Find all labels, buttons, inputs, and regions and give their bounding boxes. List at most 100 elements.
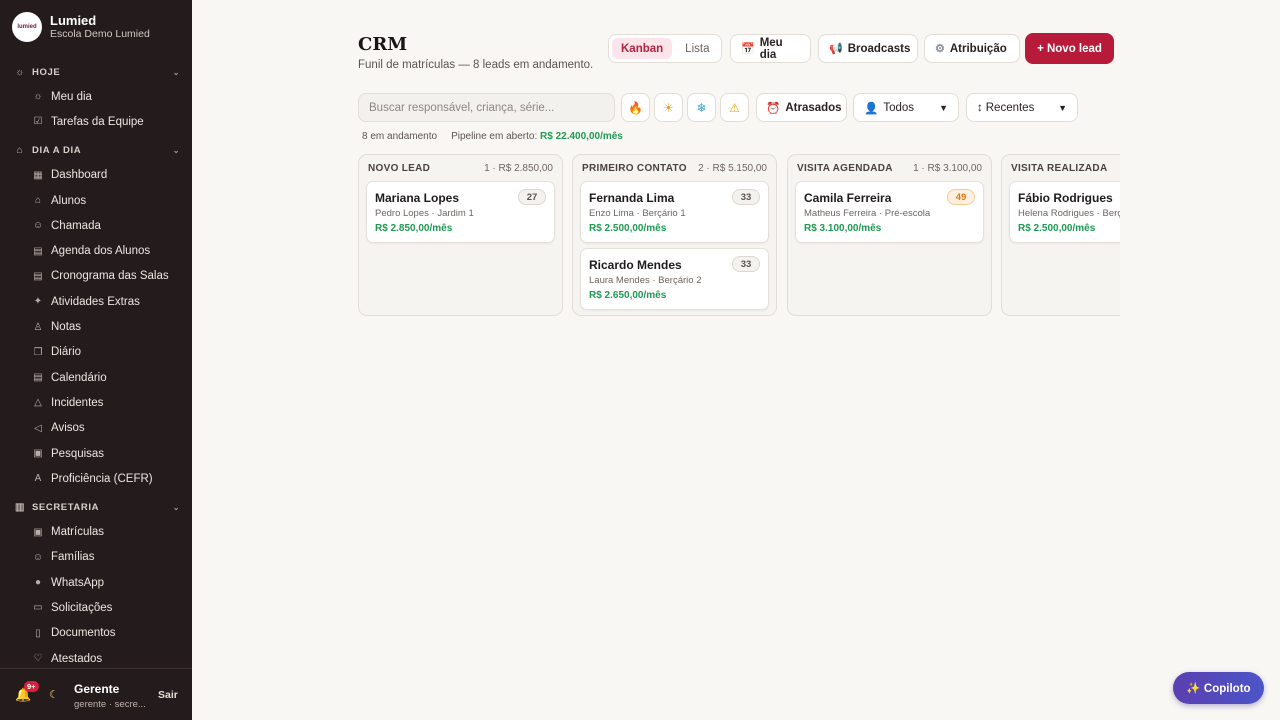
column-title: NOVO LEAD: [368, 162, 431, 174]
sidebar-item[interactable]: ▯ Documentos: [0, 621, 192, 646]
sidebar-item[interactable]: ▭ Solicitações: [0, 595, 192, 620]
brand-logo: lumied: [12, 12, 42, 42]
sidebar-item[interactable]: ☼ Meu dia: [0, 84, 192, 109]
attribution-label: Atribuição: [949, 42, 1007, 55]
sidebar-item[interactable]: A Proficiência (CEFR): [0, 466, 192, 491]
column-summary: 1 · R$ 3.100,00: [913, 162, 982, 174]
sidebar-item-label: Atestados: [51, 652, 103, 665]
owner-select[interactable]: 👤 Todos ▼: [853, 93, 959, 122]
sidebar-item[interactable]: ▤ Cronograma das Salas: [0, 264, 192, 289]
broadcasts-button[interactable]: 📢 Broadcasts: [818, 34, 918, 63]
column-header: VISITA AGENDADA 1 · R$ 3.100,00: [788, 155, 991, 181]
lead-details: Enzo Lima · Berçário 1: [589, 208, 686, 219]
sidebar-item-label: Chamada: [51, 219, 101, 232]
warning-icon[interactable]: ⚠: [720, 93, 749, 122]
copilot-button[interactable]: ✨ Copiloto: [1173, 672, 1264, 704]
sidebar-item[interactable]: ☺ Chamada: [0, 213, 192, 238]
lead-price: R$ 2.500,00/mês: [589, 223, 667, 234]
chevron-down-icon: ⌄: [172, 146, 180, 156]
moon-icon[interactable]: ☾: [49, 688, 59, 701]
clipboard-icon: ▣: [33, 526, 43, 538]
view-list-button[interactable]: Lista: [676, 38, 718, 59]
graduation-icon: ⌂: [16, 145, 24, 157]
sidebar-section-0[interactable]: ☼ HOJE ⌄: [0, 60, 192, 84]
my-day-button[interactable]: 📅 Meu dia: [730, 34, 811, 63]
sort-select[interactable]: ↕ Recentes ▼: [966, 93, 1078, 122]
sun-icon[interactable]: ☀: [654, 93, 683, 122]
notification-badge: 9+: [24, 681, 39, 692]
users-icon: ☺: [32, 551, 44, 563]
user-name: Gerente: [74, 682, 120, 696]
new-lead-button[interactable]: + Novo lead: [1025, 33, 1114, 64]
user-role: gerente · secre...: [74, 699, 146, 710]
broadcasts-label: Broadcasts: [847, 42, 911, 55]
sidebar-item[interactable]: ☑ Tarefas da Equipe: [0, 109, 192, 134]
sidebar-item-label: Famílias: [51, 551, 95, 564]
lead-card[interactable]: Mariana Lopes Pedro Lopes · Jardim 1 R$ 2.…: [366, 181, 555, 243]
column-title: PRIMEIRO CONTATO: [582, 162, 687, 174]
chevron-down-icon: ▼: [1058, 102, 1067, 113]
sidebar-item[interactable]: ☺ Famílias: [0, 545, 192, 570]
chevron-down-icon: ▼: [939, 102, 948, 113]
sidebar-item[interactable]: ⌂ Alunos: [0, 188, 192, 213]
lead-name: Ricardo Mendes: [589, 258, 682, 272]
sidebar-section-2[interactable]: ▥ SECRETARIA ⌄: [0, 495, 192, 519]
search-input[interactable]: Buscar responsável, criança, série...: [358, 93, 615, 122]
sidebar-item[interactable]: ▤ Calendário: [0, 365, 192, 390]
sidebar-item-label: Matrículas: [51, 526, 105, 539]
lead-score-badge: 33: [732, 256, 760, 272]
view-toggle: Kanban Lista: [608, 34, 722, 63]
lead-card[interactable]: Fernanda Lima Enzo Lima · Berçário 1 R$ 2.…: [580, 181, 769, 243]
lead-price: R$ 2.500,00/mês: [1018, 223, 1096, 234]
column-header: PRIMEIRO CONTATO 2 · R$ 5.150,00: [573, 155, 776, 181]
sidebar-section-label: DIA A DIA: [32, 145, 82, 157]
sidebar-item[interactable]: ✦ Atividades Extras: [0, 289, 192, 314]
view-kanban-button[interactable]: Kanban: [612, 38, 673, 59]
my-day-label: Meu dia: [759, 36, 783, 61]
brand[interactable]: lumied Lumied Escola Demo Lumied: [12, 12, 150, 42]
lead-price: R$ 2.650,00/mês: [589, 290, 667, 301]
column-title: VISITA AGENDADA: [797, 162, 893, 174]
sidebar-item[interactable]: ▦ Dashboard: [0, 163, 192, 188]
kanban-board: NOVO LEAD 1 · R$ 2.850,00 Mariana Lopes Ped…: [358, 154, 1120, 317]
pipeline-label: Pipeline em aberto:: [451, 131, 538, 142]
sidebar-item[interactable]: ❐ Diário: [0, 340, 192, 365]
snowflake-icon[interactable]: ❄: [687, 93, 716, 122]
late-filter-button[interactable]: ⏰ Atrasados: [756, 93, 847, 122]
sort-icon: ↕: [977, 101, 983, 114]
sidebar-item-label: Notas: [51, 321, 82, 334]
sidebar-item-label: Incidentes: [51, 396, 104, 409]
sidebar-item[interactable]: △ Incidentes: [0, 390, 192, 415]
logout-button[interactable]: Sair: [158, 689, 178, 701]
lead-score-badge: 49: [947, 189, 975, 205]
sidebar-item[interactable]: ♙ Notas: [0, 314, 192, 339]
lead-details: Pedro Lopes · Jardim 1: [375, 208, 474, 219]
column-header: NOVO LEAD 1 · R$ 2.850,00: [359, 155, 562, 181]
sidebar: lumied Lumied Escola Demo Lumied ☼ HOJE ⌄ ☼…: [0, 0, 192, 720]
pipeline-stats: 8 em andamento Pipeline em aberto: R$ 22…: [362, 131, 623, 142]
sidebar-item-label: Avisos: [51, 422, 85, 435]
sidebar-item[interactable]: ▤ Agenda dos Alunos: [0, 238, 192, 263]
lead-details: Matheus Ferreira · Pré-escola: [804, 208, 931, 219]
calendar-icon: ▤: [33, 245, 43, 257]
sidebar-item[interactable]: ◁ Avisos: [0, 416, 192, 441]
attribution-button[interactable]: ⚙ Atribuição: [924, 34, 1020, 63]
pipeline-summary: Pipeline em aberto: R$ 22.400,00/mês: [451, 131, 623, 142]
page-subtitle: Funil de matrículas — 8 leads em andamen…: [358, 59, 594, 71]
lead-score-badge: 33: [732, 189, 760, 205]
sidebar-item[interactable]: ▣ Pesquisas: [0, 441, 192, 466]
sort-select-value: Recentes: [985, 101, 1035, 114]
sidebar-section-1[interactable]: ⌂ DIA A DIA ⌄: [0, 139, 192, 163]
brand-subtitle: Escola Demo Lumied: [50, 28, 150, 40]
lead-price: R$ 3.100,00/mês: [804, 223, 882, 234]
late-label: Atrasados: [785, 101, 842, 114]
sidebar-item[interactable]: ▣ Matrículas: [0, 519, 192, 544]
page-title: CRM: [358, 34, 408, 55]
sidebar-item[interactable]: ● WhatsApp: [0, 570, 192, 595]
lead-card[interactable]: Camila Ferreira Matheus Ferreira · Pré-es…: [795, 181, 984, 243]
clipboard-icon: ▣: [33, 448, 43, 459]
lead-name: Mariana Lopes: [375, 191, 460, 205]
fire-icon[interactable]: 🔥: [621, 93, 650, 122]
lead-card[interactable]: Fábio Rodrigues Helena Rodrigues · Berçár…: [1009, 181, 1120, 243]
lead-card[interactable]: Ricardo Mendes Laura Mendes · Berçário 2 R…: [580, 248, 769, 310]
